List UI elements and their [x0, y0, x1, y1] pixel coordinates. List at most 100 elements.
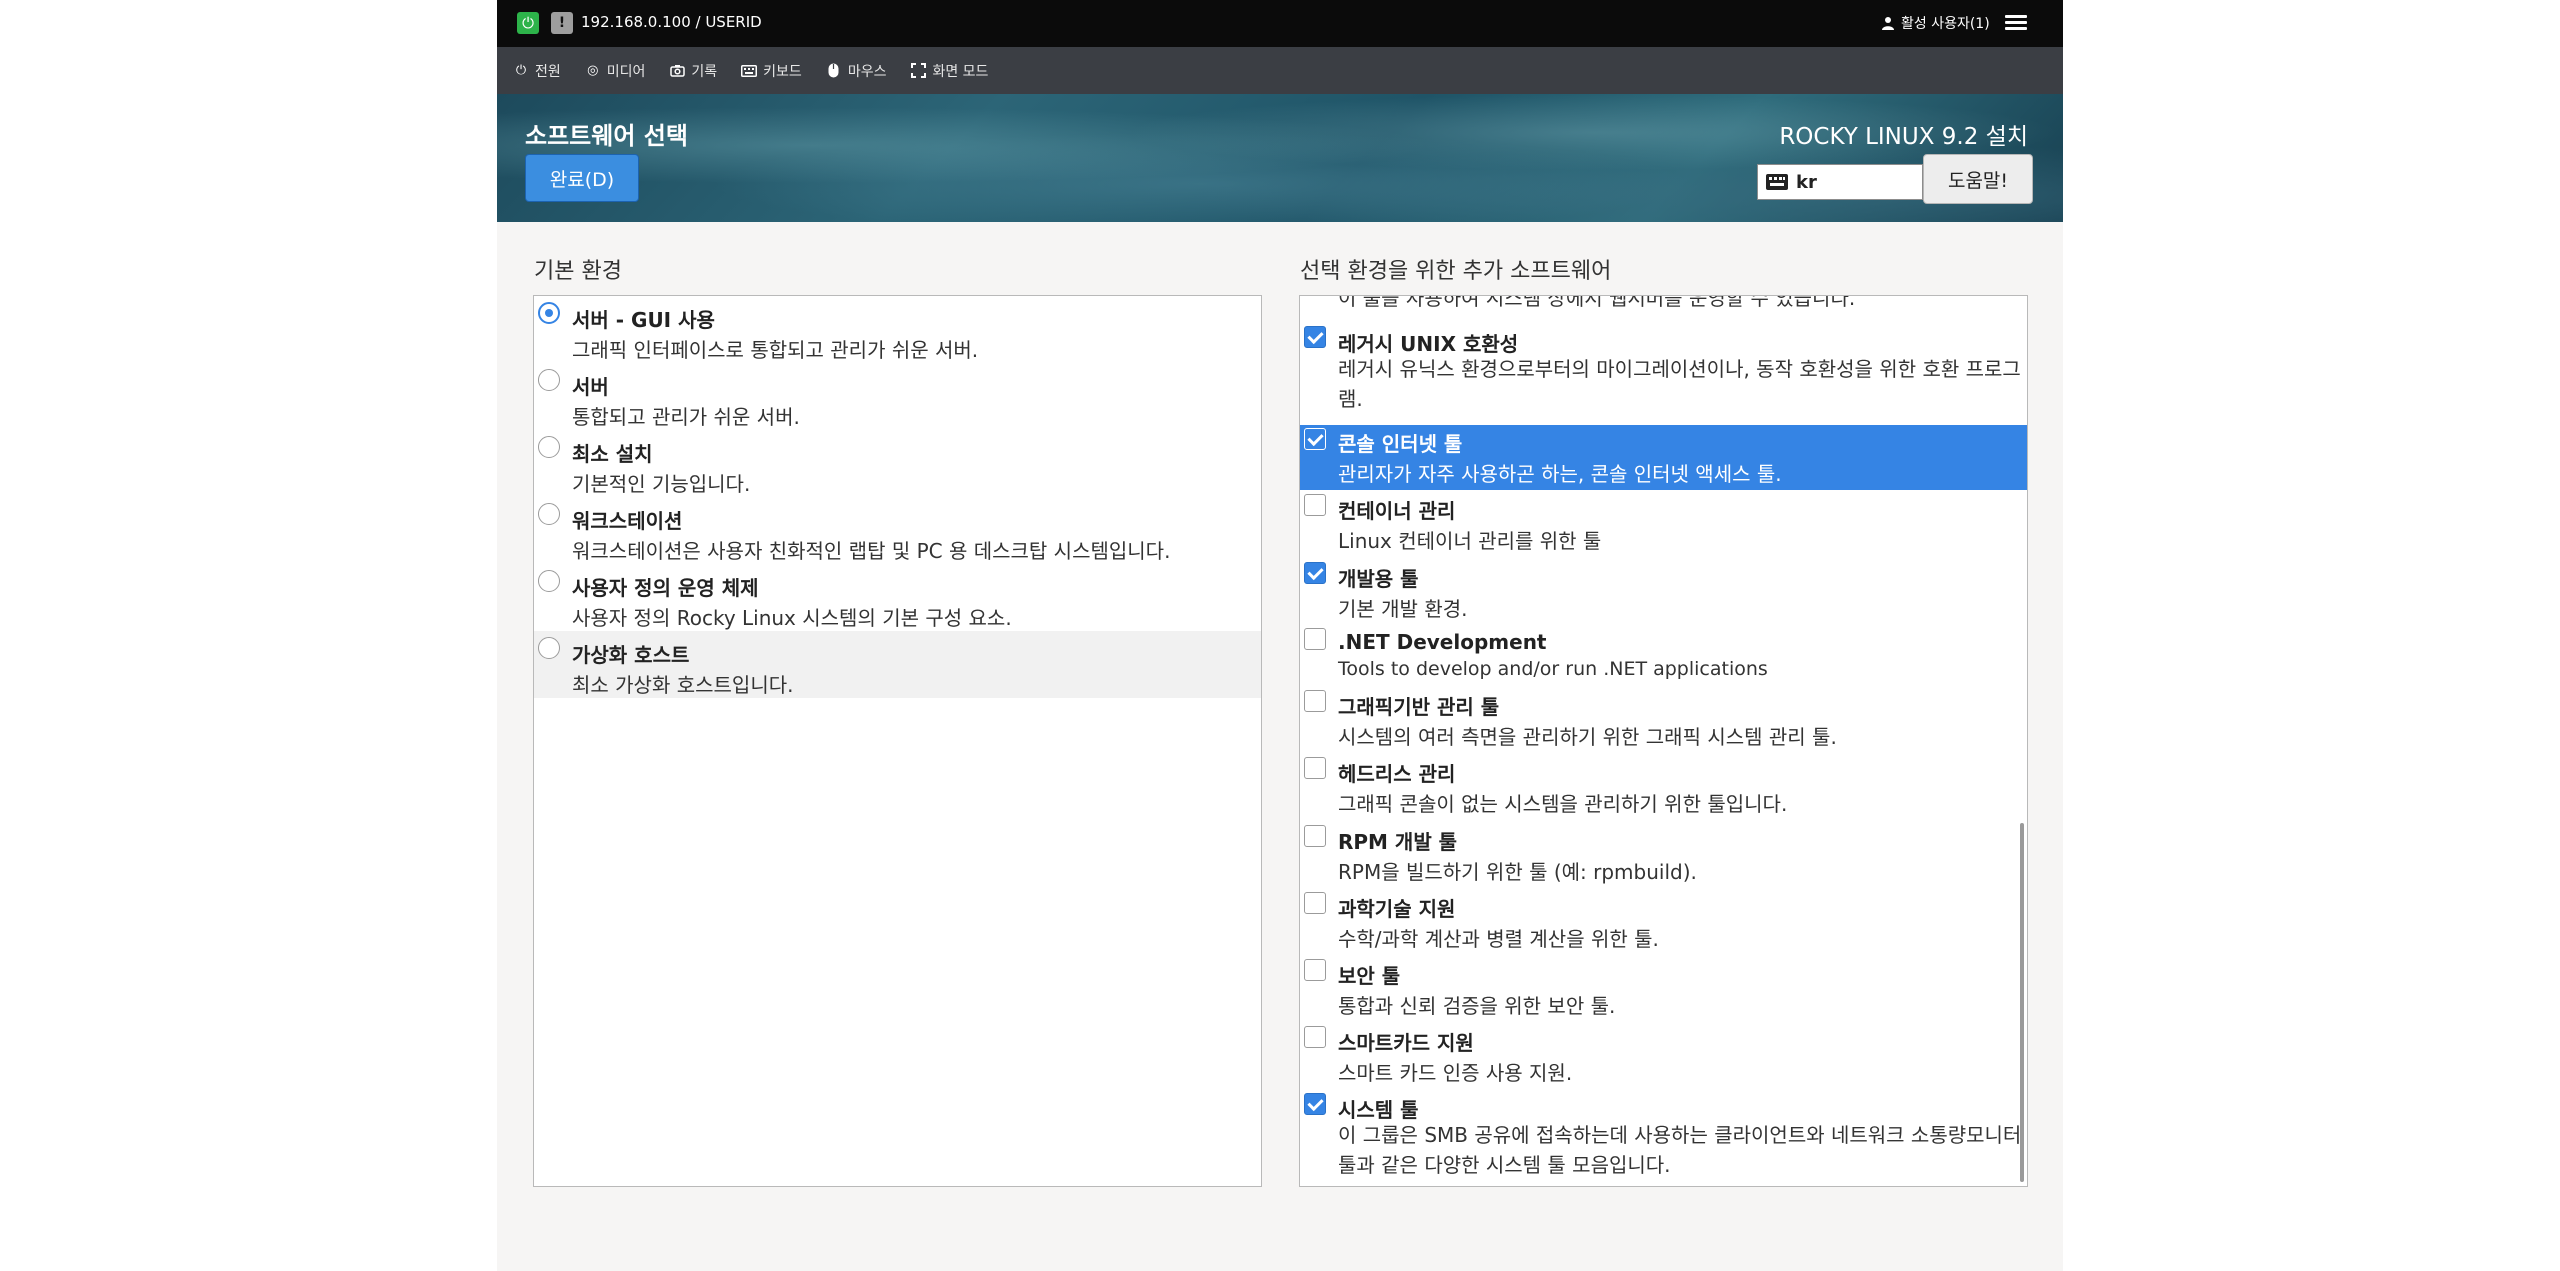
env-item-name: 사용자 정의 운영 체제 [572, 576, 759, 600]
env-item-desc: 최소 가상화 호스트입니다. [572, 673, 794, 697]
checkbox[interactable] [1304, 326, 1326, 348]
user-icon [1882, 17, 1894, 30]
addon-item-desc: 시스템의 여러 측면을 관리하기 위한 그래픽 시스템 관리 툴. [1338, 725, 1837, 749]
env-item-desc: 워크스테이션은 사용자 친화적인 랩탑 및 PC 용 데스크탑 시스템입니다. [572, 539, 1171, 563]
radio-button[interactable] [538, 570, 560, 592]
addon-item-smartcard[interactable]: 스마트카드 지원 스마트 카드 인증 사용 지원. [1300, 1023, 2027, 1090]
addons-list: 이 툴을 사용하여 시스템 상에서 웹서버를 운영할 수 있습니다. 레거시 U… [1299, 295, 2028, 1187]
toolbar-media[interactable]: ◎ 미디어 [585, 61, 646, 81]
toolbar-media-label: 미디어 [606, 63, 646, 80]
addon-item-desc: 레거시 유닉스 환경으로부터의 마이그레이션이나, 동작 호환성을 위한 호환 … [1338, 357, 2021, 411]
addon-item-name: 시스템 툴 [1338, 1098, 1419, 1122]
keyboard-layout-indicator[interactable]: kr [1757, 164, 1923, 200]
addon-item-security[interactable]: 보안 툴 통합과 신뢰 검증을 위한 보안 툴. [1300, 956, 2027, 1023]
toolbar-keyboard-label: 키보드 [763, 63, 802, 80]
done-button[interactable]: 완료(D) [525, 154, 639, 202]
env-item-workstation[interactable]: 워크스테이션 워크스테이션은 사용자 친화적인 랩탑 및 PC 용 데스크탑 시… [534, 497, 1261, 564]
page-title: 소프트웨어 선택 [525, 122, 688, 150]
env-item-minimal[interactable]: 최소 설치 기본적인 기능입니다. [534, 430, 1261, 497]
help-button[interactable]: 도움말! [1923, 154, 2033, 204]
hamburger-menu-icon[interactable] [2005, 12, 2027, 34]
addon-item-name: 그래픽기반 관리 툴 [1338, 695, 1500, 719]
radio-button[interactable] [538, 503, 560, 525]
env-item-desc: 사용자 정의 Rocky Linux 시스템의 기본 구성 요소. [572, 606, 1012, 630]
addon-item-dev-tools[interactable]: 개발용 툴 기본 개발 환경. [1300, 559, 2027, 626]
keyboard-icon [741, 63, 758, 79]
active-users-button[interactable]: 활성 사용자(1) [1881, 13, 1990, 33]
remote-console-topbar: ⏻ ! 192.168.0.100 / USERID 활성 사용자(1) [497, 0, 2063, 47]
addon-item-legacy-unix[interactable]: 레거시 UNIX 호환성 레거시 유닉스 환경으로부터의 마이그레이션이나, 동… [1300, 320, 2027, 421]
base-env-title: 기본 환경 [534, 259, 622, 284]
addon-item-rpm-dev[interactable]: RPM 개발 툴 RPM을 빌드하기 위한 툴 (예: rpmbuild). [1300, 822, 2027, 889]
addon-item-name: .NET Development [1338, 630, 1547, 654]
addon-item-name: 콘솔 인터넷 툴 [1338, 432, 1463, 456]
checkbox[interactable] [1304, 959, 1326, 981]
env-item-virtualization-host[interactable]: 가상화 호스트 최소 가상화 호스트입니다. [534, 631, 1261, 698]
addon-item-name: 헤드리스 관리 [1338, 762, 1456, 786]
addon-item-scientific[interactable]: 과학기술 지원 수학/과학 계산과 병렬 계산을 위한 툴. [1300, 889, 2027, 956]
addon-item-desc: 스마트 카드 인증 사용 지원. [1338, 1061, 1573, 1085]
addon-item-name: RPM 개발 툴 [1338, 830, 1458, 854]
addon-item-desc: 그래픽 콘솔이 없는 시스템을 관리하기 위한 툴입니다. [1338, 792, 1788, 816]
camera-icon [669, 63, 685, 79]
keyboard-icon [1766, 174, 1788, 190]
toolbar-screen-mode-label: 화면 모드 [932, 63, 989, 80]
power-icon: ⏻ [515, 63, 527, 78]
checkbox[interactable] [1304, 494, 1326, 516]
server-address: 192.168.0.100 / USERID [581, 13, 762, 31]
info-icon[interactable]: ! [551, 12, 573, 34]
toolbar-power[interactable]: ⏻ 전원 [513, 61, 561, 81]
power-status-icon[interactable]: ⏻ [517, 12, 539, 34]
console-toolbar: ⏻ 전원 ◎ 미디어 기록 키보드 마우스 화면 모드 [497, 47, 2063, 94]
addon-item-desc: 관리자가 자주 사용하곤 하는, 콘솔 인터넷 액세스 툴. [1338, 462, 1782, 486]
addons-scrollbar[interactable] [2020, 823, 2024, 1182]
addon-item-name: 개발용 툴 [1338, 567, 1419, 591]
env-item-name: 최소 설치 [572, 442, 653, 466]
toolbar-record[interactable]: 기록 [669, 61, 717, 81]
disc-icon: ◎ [587, 63, 599, 78]
env-item-server[interactable]: 서버 통합되고 관리가 쉬운 서버. [534, 363, 1261, 430]
fullscreen-icon [910, 63, 926, 79]
radio-button[interactable] [538, 302, 560, 324]
checkbox[interactable] [1304, 757, 1326, 779]
addon-item-desc: 수학/과학 계산과 병렬 계산을 위한 툴. [1338, 927, 1659, 951]
addon-item-name: 스마트카드 지원 [1338, 1031, 1474, 1055]
addon-item-graphical-admin[interactable]: 그래픽기반 관리 툴 시스템의 여러 측면을 관리하기 위한 그래픽 시스템 관… [1300, 688, 2027, 755]
active-users-label: 활성 사용자(1) [1901, 16, 1990, 32]
addon-item-desc: 이 그룹은 SMB 공유에 접속하는데 사용하는 클라이언트와 네트워크 소통량… [1338, 1123, 2022, 1177]
env-item-server-gui[interactable]: 서버 - GUI 사용 그래픽 인터페이스로 통합되고 관리가 쉬운 서버. [534, 296, 1261, 363]
checkbox[interactable] [1304, 628, 1326, 650]
toolbar-screen-mode[interactable]: 화면 모드 [910, 61, 988, 81]
addon-item-name: 레거시 UNIX 호환성 [1338, 332, 1519, 356]
checkbox[interactable] [1304, 825, 1326, 847]
env-item-desc: 기본적인 기능입니다. [572, 472, 751, 496]
base-env-list: 서버 - GUI 사용 그래픽 인터페이스로 통합되고 관리가 쉬운 서버. 서… [533, 295, 1262, 1187]
addon-item-desc: 통합과 신뢰 검증을 위한 보안 툴. [1338, 994, 1616, 1018]
env-item-custom-os[interactable]: 사용자 정의 운영 체제 사용자 정의 Rocky Linux 시스템의 기본 … [534, 564, 1261, 631]
addon-item-desc: 기본 개발 환경. [1338, 597, 1468, 621]
checkbox[interactable] [1304, 690, 1326, 712]
addon-item-name: 컨테이너 관리 [1338, 499, 1456, 523]
radio-button[interactable] [538, 436, 560, 458]
remote-console-frame: ⏻ ! 192.168.0.100 / USERID 활성 사용자(1) ⏻ 전… [497, 0, 2063, 1271]
toolbar-power-label: 전원 [535, 63, 561, 80]
addon-item-container-mgmt[interactable]: 컨테이너 관리 Linux 컨테이너 관리를 위한 툴 [1300, 492, 2027, 559]
addon-item-dotnet[interactable]: .NET Development Tools to develop and/or… [1300, 626, 2027, 688]
checkbox[interactable] [1304, 892, 1326, 914]
checkbox[interactable] [1304, 562, 1326, 584]
checkbox[interactable] [1304, 428, 1326, 450]
addon-item-system-tools[interactable]: 시스템 툴 이 그룹은 SMB 공유에 접속하는데 사용하는 클라이언트와 네트… [1300, 1090, 2027, 1186]
addon-item-headless-mgmt[interactable]: 헤드리스 관리 그래픽 콘솔이 없는 시스템을 관리하기 위한 툴입니다. [1300, 755, 2027, 822]
addon-item-desc: 이 툴을 사용하여 시스템 상에서 웹서버를 운영할 수 있습니다. [1338, 295, 1856, 310]
checkbox[interactable] [1304, 1093, 1326, 1115]
toolbar-mouse[interactable]: 마우스 [826, 61, 887, 81]
radio-button[interactable] [538, 637, 560, 659]
addon-item-partial[interactable]: 이 툴을 사용하여 시스템 상에서 웹서버를 운영할 수 있습니다. [1300, 295, 2027, 320]
installer-header: 소프트웨어 선택 완료(D) ROCKY LINUX 9.2 설치 kr 도움말… [497, 94, 2063, 222]
checkbox[interactable] [1304, 1026, 1326, 1048]
toolbar-mouse-label: 마우스 [847, 63, 887, 80]
addon-item-name: 과학기술 지원 [1338, 897, 1456, 921]
addon-item-console-internet[interactable]: 콘솔 인터넷 툴 관리자가 자주 사용하곤 하는, 콘솔 인터넷 액세스 툴. [1300, 425, 2027, 490]
radio-button[interactable] [538, 369, 560, 391]
toolbar-keyboard[interactable]: 키보드 [741, 61, 802, 81]
